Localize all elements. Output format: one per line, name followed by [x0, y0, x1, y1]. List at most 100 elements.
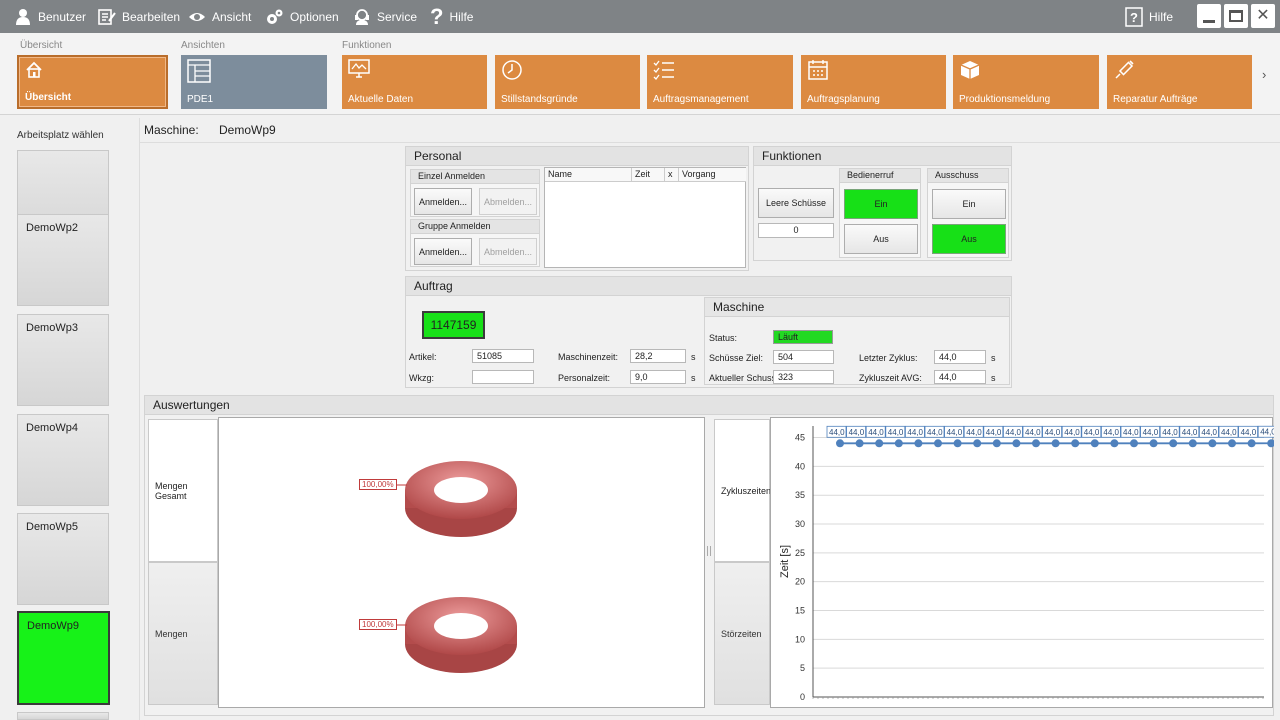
personalzeit-label: Personalzeit:: [558, 373, 611, 383]
einzel-abmelden-button[interactable]: Abmelden...: [479, 188, 537, 215]
data-label: 44,0: [1221, 428, 1237, 437]
data-label: 44,0: [986, 428, 1002, 437]
data-label: 44,0: [907, 428, 923, 437]
layout-icon: [187, 59, 211, 83]
y-tick-label: 30: [795, 519, 805, 529]
y-tick-label: 0: [800, 692, 805, 702]
maschinenzeit-field[interactable]: 28,2: [630, 349, 686, 363]
data-point: [973, 439, 982, 448]
column-x[interactable]: x: [665, 168, 679, 182]
schuesse-ziel-label: Schüsse Ziel:: [709, 353, 764, 363]
splitter-handle[interactable]: [707, 546, 711, 556]
tile-pde1[interactable]: PDE1: [181, 55, 327, 109]
tile-stillstandsgruende[interactable]: Stillstandsgründe: [495, 55, 640, 109]
schuesse-ziel-field[interactable]: 504: [773, 350, 834, 364]
menu-hilfe[interactable]: ? Hilfe: [430, 0, 473, 33]
data-point: [1188, 439, 1197, 448]
column-vorgang[interactable]: Vorgang: [679, 168, 746, 182]
data-point: [875, 439, 884, 448]
workplace-item-demowp9[interactable]: DemoWp9: [17, 611, 110, 705]
workplace-item-demowp5[interactable]: DemoWp5: [17, 513, 109, 605]
wkzg-field[interactable]: [472, 370, 534, 384]
menu-optionen[interactable]: Optionen: [266, 0, 339, 33]
help-doc-icon: ?: [1125, 6, 1143, 27]
header-divider: [140, 142, 1280, 143]
leere-schuesse-count[interactable]: 0: [758, 223, 834, 238]
bedienerruf-ein-button[interactable]: Ein: [844, 189, 918, 219]
tab-label: Störzeiten: [721, 628, 762, 639]
gruppe-anmelden-button[interactable]: Anmelden...: [414, 238, 472, 265]
box-icon: [960, 61, 980, 79]
bedienerruf-group: Bedienerruf Ein Aus: [839, 168, 921, 258]
menu-benutzer[interactable]: Benutzer: [14, 0, 86, 33]
wkzg-label: Wkzg:: [409, 373, 435, 383]
maximize-icon: [1229, 10, 1243, 22]
data-label: 44,0: [849, 428, 865, 437]
maximize-button[interactable]: [1224, 4, 1248, 28]
tab-mengen-gesamt[interactable]: Mengen Gesamt: [148, 419, 218, 562]
column-zeit[interactable]: Zeit: [632, 168, 665, 182]
zykluszeiten-chart-svg: 051015202530354045Zeit [s]44,0 44,0 44,0 44…: [779, 425, 1280, 702]
column-name[interactable]: Name: [545, 168, 632, 182]
tile-uebersicht[interactable]: Übersicht: [17, 55, 168, 109]
donut-mengen-label: 100,00%: [359, 619, 397, 630]
artikel-field[interactable]: 51085: [472, 349, 534, 363]
data-label: 44,0: [868, 428, 884, 437]
svg-text:?: ?: [1130, 10, 1138, 25]
ausschuss-aus-button[interactable]: Aus: [932, 224, 1006, 254]
workplace-item-demowp2[interactable]: DemoWp2: [17, 214, 109, 306]
data-label: 44,0: [966, 428, 982, 437]
tile-auftragsplanung[interactable]: Auftragsplanung: [801, 55, 946, 109]
personal-list[interactable]: Name Zeit x Vorgang: [544, 167, 746, 268]
data-label: 44,0: [829, 428, 845, 437]
machine-header: Maschine: DemoWp9: [144, 123, 276, 137]
home-icon: [26, 61, 42, 78]
personalzeit-field[interactable]: 9,0: [630, 370, 686, 384]
tab-zykluszeiten[interactable]: Zykluszeiten: [714, 419, 771, 562]
maschine-title: Maschine: [705, 298, 1009, 317]
tile-produktionsmeldung[interactable]: Produktionsmeldung: [953, 55, 1099, 109]
close-button[interactable]: ✕: [1251, 4, 1275, 28]
monitor-icon: [348, 59, 370, 78]
zykluszeit-avg-field[interactable]: 44,0: [934, 370, 986, 384]
auswertungen-panel: Auswertungen Mengen Gesamt Mengen 100,00…: [144, 395, 1280, 716]
ausschuss-group: Ausschuss Ein Aus: [927, 168, 1009, 258]
gruppe-abmelden-button[interactable]: Abmelden...: [479, 238, 537, 265]
tile-aktuelle-daten[interactable]: Aktuelle Daten: [342, 55, 487, 109]
minimize-button[interactable]: [1197, 4, 1221, 28]
workplace-item-demowp4[interactable]: DemoWp4: [17, 414, 109, 506]
aktueller-schuss-field[interactable]: 323: [773, 370, 834, 384]
group-label-functions: Funktionen: [342, 40, 392, 51]
menu-ansicht[interactable]: Ansicht: [188, 0, 251, 33]
workplace-item-demowp3[interactable]: DemoWp3: [17, 314, 109, 406]
workplace-item-next[interactable]: [17, 712, 109, 720]
tile-produktionsmeldung-label: Produktionsmeldung: [959, 94, 1051, 105]
sidebar-title: Arbeitsplatz wählen: [17, 130, 104, 141]
main-area: Maschine: DemoWp9 Personal Einzel Anmeld…: [140, 118, 1280, 720]
menu-bearbeiten[interactable]: Bearbeiten: [98, 0, 180, 33]
question-icon: ?: [430, 3, 444, 29]
data-point: [992, 439, 1001, 448]
data-label: 44,0: [947, 428, 963, 437]
y-tick-label: 25: [795, 548, 805, 558]
tile-reparatur-auftraege[interactable]: Reparatur Aufträge: [1107, 55, 1252, 109]
personal-title: Personal: [406, 147, 748, 166]
ausschuss-ein-button[interactable]: Ein: [932, 189, 1006, 219]
menu-hilfe-label: Hilfe: [449, 9, 474, 24]
bedienerruf-aus-button[interactable]: Aus: [844, 224, 918, 254]
tab-stoerzeiten[interactable]: Störzeiten: [714, 562, 770, 705]
menu-service[interactable]: Service: [353, 0, 417, 33]
data-label: 44,0: [1103, 428, 1119, 437]
leere-schuesse-button[interactable]: Leere Schüsse: [758, 188, 834, 218]
tab-mengen[interactable]: Mengen: [148, 562, 218, 705]
workplace-label: DemoWp4: [26, 422, 78, 434]
help-button[interactable]: ? Hilfe: [1125, 0, 1173, 33]
einzel-anmelden-button[interactable]: Anmelden...: [414, 188, 472, 215]
ribbon-scroll-right[interactable]: ›: [1262, 67, 1266, 82]
tile-auftragsmanagement[interactable]: Auftragsmanagement: [647, 55, 793, 109]
data-point: [1032, 439, 1040, 448]
letzter-zyklus-field[interactable]: 44,0: [934, 350, 986, 364]
donut-gesamt: [405, 461, 517, 537]
workplace-label: DemoWp3: [26, 322, 78, 334]
y-tick-label: 35: [795, 490, 805, 500]
